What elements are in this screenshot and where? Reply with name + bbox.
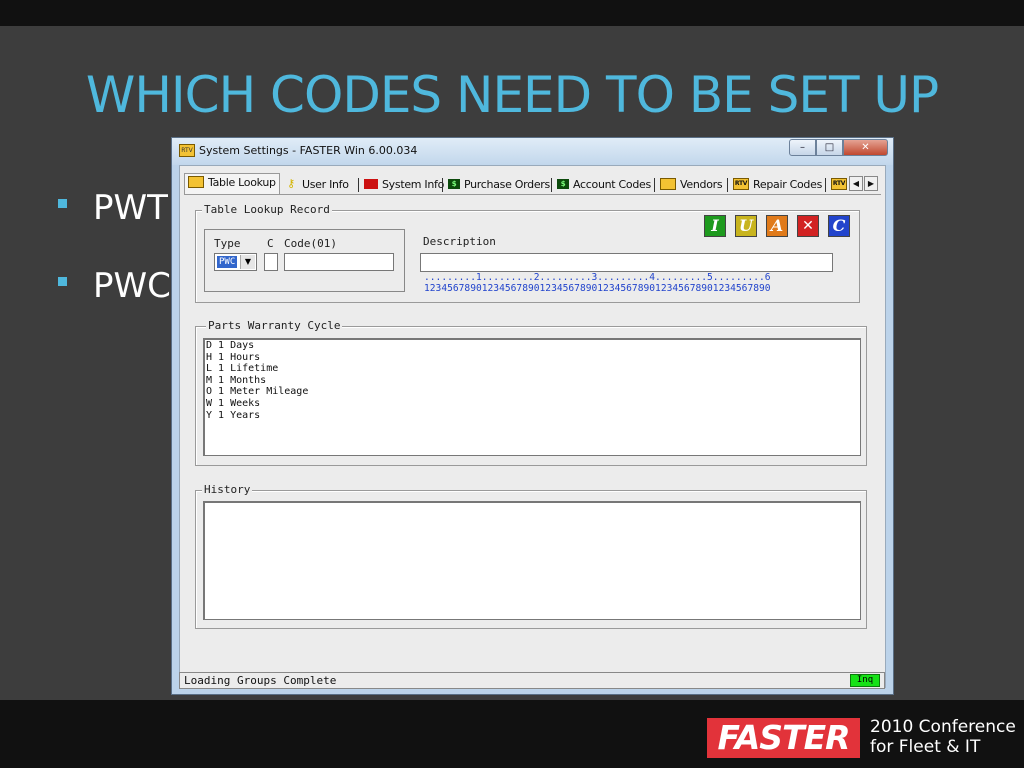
dollar-icon: $ xyxy=(448,179,460,189)
bullet-item: PWC xyxy=(58,266,171,306)
slide-title: WHICH CODES NEED TO BE SET UP xyxy=(85,66,939,124)
list-item[interactable]: O 1 Meter Mileage xyxy=(205,386,860,398)
list-item[interactable]: M 1 Months xyxy=(205,375,860,387)
tab-account-codes[interactable]: $ Account Codes xyxy=(557,176,651,194)
history-group: History xyxy=(195,483,867,629)
code-field[interactable] xyxy=(284,253,394,271)
type-label: Type xyxy=(214,237,241,250)
history-box[interactable] xyxy=(203,501,861,620)
record-action-buttons: I U A ✕ C xyxy=(704,215,854,237)
bullet-item: PWT xyxy=(58,188,168,228)
system-settings-window: RTV System Settings - FASTER Win 6.00.03… xyxy=(171,137,894,695)
vendors-icon xyxy=(660,178,676,190)
conference-line-2: for Fleet & IT xyxy=(870,737,981,757)
tab-label: User Info xyxy=(302,178,349,191)
description-label: Description xyxy=(423,235,496,248)
bullet-text: PWC xyxy=(93,266,171,306)
list-item[interactable]: W 1 Weeks xyxy=(205,398,860,410)
tab-strip: Table Lookup ⚷ User Info System Info $ Pur… xyxy=(184,173,881,195)
window-title: System Settings - FASTER Win 6.00.034 xyxy=(199,144,418,157)
conference-line-1: 2010 Conference xyxy=(870,717,1016,737)
mode-indicator: Inq xyxy=(850,674,880,687)
type-code-panel: Type C Code(01) PWC ▼ xyxy=(204,229,405,292)
c-label: C xyxy=(267,237,274,250)
update-button[interactable]: U xyxy=(735,215,757,237)
tab-label: Table Lookup xyxy=(208,176,276,189)
tab-label: Repair Codes xyxy=(753,178,823,191)
chevron-down-icon: ▼ xyxy=(240,255,255,269)
tab-separator xyxy=(727,178,728,192)
tab-separator xyxy=(654,178,655,192)
insert-button[interactable]: I xyxy=(704,215,726,237)
tab-label: Account Codes xyxy=(573,178,651,191)
bullet-square-icon xyxy=(58,199,67,208)
window-titlebar[interactable]: RTV System Settings - FASTER Win 6.00.03… xyxy=(172,138,893,165)
delete-button[interactable]: ✕ xyxy=(797,215,819,237)
tab-underline xyxy=(184,194,881,195)
faster-logo: FASTER xyxy=(707,718,860,758)
app-icon: RTV xyxy=(179,144,195,157)
tab-user-info[interactable]: ⚷ User Info xyxy=(284,176,349,194)
rtv-icon: RTV xyxy=(831,178,847,190)
list-item[interactable]: Y 1 Years xyxy=(205,410,860,422)
c-field[interactable] xyxy=(264,253,278,271)
tab-separator xyxy=(442,178,443,192)
tab-label: System Info xyxy=(382,178,445,191)
tab-separator xyxy=(358,178,359,192)
dollar-icon: $ xyxy=(557,179,569,189)
type-dropdown-value: PWC xyxy=(217,256,238,268)
code-label: Code(01) xyxy=(284,237,337,250)
description-field[interactable] xyxy=(420,253,833,272)
minimize-button[interactable]: – xyxy=(789,139,816,156)
add-button[interactable]: A xyxy=(766,215,788,237)
window-client-area: Table Lookup ⚷ User Info System Info $ Pur… xyxy=(179,165,886,688)
clear-button[interactable]: C xyxy=(828,215,850,237)
maximize-button[interactable]: □ xyxy=(816,139,843,156)
key-icon: ⚷ xyxy=(287,177,295,190)
slide-top-bar xyxy=(0,0,1024,26)
group-legend: History xyxy=(202,483,253,496)
system-info-icon xyxy=(364,179,378,189)
column-ruler-digits: 1234567890123456789012345678901234567890… xyxy=(424,283,771,294)
tab-label: Vendors xyxy=(680,178,723,191)
rtv-icon: RTV xyxy=(733,178,749,190)
tab-label: Purchase Orders xyxy=(464,178,550,191)
parts-warranty-cycle-group: Parts Warranty Cycle D 1 Days H 1 Hours … xyxy=(195,319,867,466)
tab-scroll-right-button[interactable]: ▶ xyxy=(864,176,878,191)
tab-separator xyxy=(551,178,552,192)
status-text: Loading Groups Complete xyxy=(184,674,337,687)
tab-table-lookup[interactable]: Table Lookup xyxy=(184,173,280,194)
group-legend: Table Lookup Record xyxy=(202,203,332,216)
tab-scroll-left-button[interactable]: ◀ xyxy=(849,176,863,191)
group-legend: Parts Warranty Cycle xyxy=(206,319,343,332)
tab-system-info[interactable]: System Info xyxy=(364,176,444,194)
list-item[interactable]: D 1 Days xyxy=(205,340,860,352)
tab-repair-codes[interactable]: RTV Repair Codes xyxy=(733,176,822,194)
list-item[interactable]: H 1 Hours xyxy=(205,352,860,364)
conference-label: 2010 Conference for Fleet & IT xyxy=(870,717,1016,757)
type-dropdown[interactable]: PWC ▼ xyxy=(214,253,257,271)
tab-purchase-orders[interactable]: $ Purchase Orders xyxy=(448,176,550,194)
bullet-text: PWT xyxy=(93,188,168,228)
close-button[interactable]: ✕ xyxy=(843,139,888,156)
table-lookup-icon xyxy=(188,176,204,188)
column-ruler-dots: .........1.........2.........3.........4… xyxy=(424,272,771,283)
tab-overflow[interactable]: RTV xyxy=(831,176,851,194)
tab-vendors[interactable]: Vendors xyxy=(660,176,723,194)
list-item[interactable]: L 1 Lifetime xyxy=(205,363,860,375)
tab-separator xyxy=(825,178,826,192)
table-lookup-record-group: Table Lookup Record Type C Code(01) PWC … xyxy=(195,203,860,303)
warranty-list[interactable]: D 1 Days H 1 Hours L 1 Lifetime M 1 Mont… xyxy=(203,338,861,456)
bullet-square-icon xyxy=(58,277,67,286)
